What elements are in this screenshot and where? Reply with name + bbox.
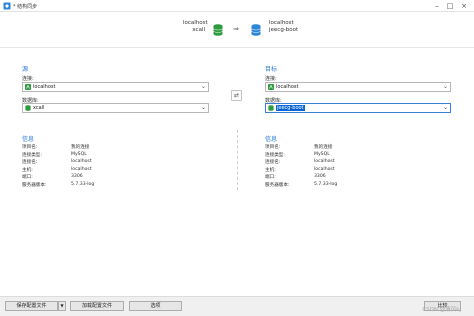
database-icon xyxy=(251,24,261,36)
sync-arrow-icon: ⇒ xyxy=(233,25,239,33)
info-key: 主机: xyxy=(22,168,33,173)
info-key: 端口: xyxy=(22,175,33,180)
source-summary: localhost xcall xyxy=(183,20,208,34)
target-database: jeecg-boot xyxy=(269,27,299,33)
info-key: 服务器版本: xyxy=(265,183,290,188)
info-value: 我的连接 xyxy=(314,145,333,150)
maximize-icon[interactable]: □ xyxy=(445,1,455,11)
source-section-title: 源 xyxy=(22,66,29,73)
info-key: 连接名: xyxy=(265,160,281,165)
window-title: * 结构同步 xyxy=(13,4,38,10)
app-icon xyxy=(3,2,11,10)
source-database: xcall xyxy=(192,27,205,33)
save-profile-dropdown[interactable]: ▼ xyxy=(58,301,66,311)
info-key: 主机: xyxy=(265,168,276,173)
info-key: 项目名: xyxy=(265,145,281,150)
info-key: 服务器版本: xyxy=(22,183,47,188)
info-value: localhost xyxy=(71,159,92,164)
target-database-value: jeecg-boot xyxy=(276,104,305,111)
info-value: localhost xyxy=(314,167,335,172)
info-value: 我的连接 xyxy=(71,145,90,150)
info-value: localhost xyxy=(314,159,335,164)
target-section-title: 目标 xyxy=(265,66,278,73)
source-connection-value: localhost xyxy=(33,84,56,90)
info-value: 3306 xyxy=(314,174,326,179)
title-bar: * 结构同步 – □ × xyxy=(0,0,474,12)
target-host: localhost xyxy=(269,20,294,26)
chevron-down-icon[interactable]: ⌄ xyxy=(443,104,448,111)
chevron-down-icon[interactable]: ⌄ xyxy=(201,104,206,111)
sync-header: localhost xcall ⇒ localhost jeecg-boot xyxy=(0,12,474,48)
target-database-select[interactable]: jeecg-boot ⌄ xyxy=(265,103,451,113)
info-key: 连接类型: xyxy=(265,153,285,158)
source-connection-label: 连接: xyxy=(22,76,34,82)
target-connection-select[interactable]: localhost ⌄ xyxy=(265,82,451,92)
mysql-connection-icon xyxy=(25,84,31,90)
info-key: 连接名: xyxy=(22,160,38,165)
info-key: 项目名: xyxy=(22,145,38,150)
info-value: localhost xyxy=(71,167,92,172)
info-value: 5.7.33-log xyxy=(314,182,338,187)
info-value: 3306 xyxy=(71,174,83,179)
info-key: 连接类型: xyxy=(22,153,42,158)
panel-divider xyxy=(237,130,238,190)
close-icon[interactable]: × xyxy=(459,1,469,11)
mysql-connection-icon xyxy=(268,84,274,90)
watermark: CSDN @清风kj xyxy=(422,307,461,313)
database-icon xyxy=(268,105,274,111)
info-value: 5.7.33-log xyxy=(71,182,95,187)
info-value: MySQL xyxy=(314,152,330,157)
chevron-down-icon[interactable]: ⌄ xyxy=(443,83,448,90)
target-connection-value: localhost xyxy=(276,84,299,90)
source-database-select[interactable]: xcall ⌄ xyxy=(22,103,209,113)
database-icon xyxy=(213,24,223,36)
source-database-value: xcall xyxy=(33,105,45,111)
load-profile-button[interactable]: 加载配置文件 xyxy=(70,301,124,311)
info-key: 端口: xyxy=(265,175,276,180)
source-info-title: 信息 xyxy=(22,136,35,143)
chevron-down-icon[interactable]: ⌄ xyxy=(201,83,206,90)
info-value: MySQL xyxy=(71,152,87,157)
save-profile-button[interactable]: 保存配置文件 xyxy=(5,301,58,311)
footer-bar: 保存配置文件 ▼ 加载配置文件 选项 比较 CSDN @清风kj xyxy=(0,296,474,316)
source-connection-select[interactable]: localhost ⌄ xyxy=(22,82,209,92)
swap-icon: ⇄ xyxy=(233,92,240,99)
chevron-down-icon: ▼ xyxy=(60,303,64,308)
swap-button[interactable]: ⇄ xyxy=(231,90,242,101)
source-host: localhost xyxy=(183,20,208,26)
target-info-title: 信息 xyxy=(265,136,278,143)
database-icon xyxy=(25,105,31,111)
target-summary: localhost jeecg-boot xyxy=(269,20,298,34)
minimize-icon[interactable]: – xyxy=(432,1,442,11)
options-button[interactable]: 选项 xyxy=(129,301,182,311)
target-connection-label: 连接: xyxy=(265,76,277,82)
